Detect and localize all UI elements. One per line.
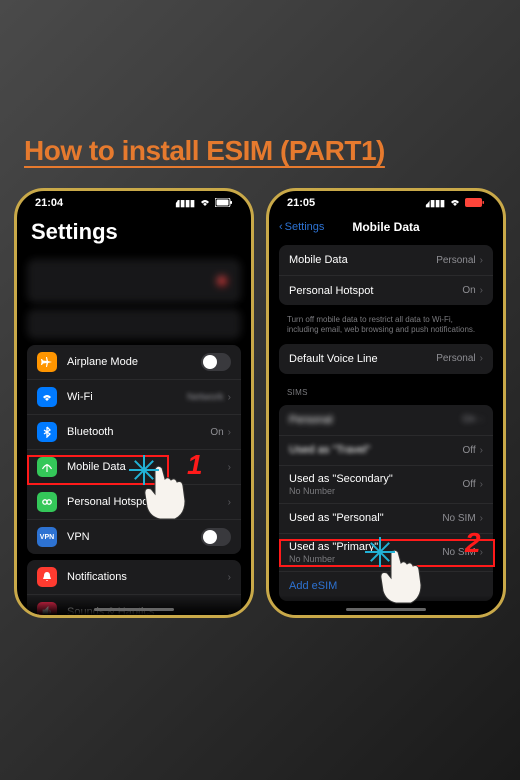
default-voice-row[interactable]: Default Voice Line Personal ›	[279, 344, 493, 374]
connectivity-group: Airplane Mode Wi-Fi Network › Bluetooth	[27, 345, 241, 554]
bluetooth-value: On	[210, 427, 223, 438]
airplane-toggle[interactable]	[201, 353, 231, 371]
chevron-left-icon: ‹	[279, 221, 283, 233]
nav-header: ‹ Settings Mobile Data	[269, 217, 503, 239]
chevron-icon: ›	[480, 353, 483, 364]
sim4-label: Used as "Personal"	[289, 512, 442, 524]
step1-number: 1	[187, 449, 203, 481]
chevron-icon: ›	[228, 572, 231, 583]
mobile-data-label: Mobile Data	[289, 254, 436, 266]
suggestions-group[interactable]	[27, 309, 241, 339]
page-title: How to install ESIM (PART1)	[24, 135, 496, 167]
sim3-sub: No Number	[289, 486, 463, 496]
chevron-icon: ›	[480, 445, 483, 456]
wifi-icon	[199, 198, 211, 209]
antenna-icon	[37, 457, 57, 477]
sim2-value: Off	[463, 445, 476, 456]
chevron-icon: ›	[228, 607, 231, 616]
notifications-row[interactable]: Notifications ›	[27, 560, 241, 594]
chevron-icon: ›	[228, 427, 231, 438]
sounds-icon	[37, 602, 57, 615]
phones-container: 21:04 ▮▮▮▮ Settings	[10, 188, 510, 618]
status-time: 21:05	[287, 197, 315, 209]
notch	[341, 191, 431, 207]
default-voice-label: Default Voice Line	[289, 353, 436, 365]
home-indicator[interactable]	[94, 608, 174, 611]
vpn-row[interactable]: VPN VPN	[27, 519, 241, 554]
chevron-icon: ›	[228, 462, 231, 473]
sounds-row[interactable]: Sounds & Haptics ›	[27, 594, 241, 615]
status-icons: ▮▮▮▮	[175, 198, 233, 209]
sim1-label: Personal	[289, 414, 462, 426]
chevron-icon: ›	[480, 513, 483, 524]
chevron-icon: ›	[480, 479, 483, 490]
voice-group: Default Voice Line Personal ›	[279, 344, 493, 374]
default-voice-value: Personal	[436, 353, 475, 364]
hotspot-icon	[37, 492, 57, 512]
notifications-label: Notifications	[67, 571, 228, 583]
hotspot-value: On	[462, 285, 475, 296]
back-button[interactable]: ‹ Settings	[279, 221, 324, 233]
screen-left: Settings Airplane Mode	[17, 217, 251, 615]
step2-number: 2	[465, 527, 481, 559]
sim2-label: Used as "Travel"	[289, 444, 463, 456]
notch	[89, 191, 179, 207]
status-icons: ▮▮▮▮	[425, 198, 485, 209]
status-time: 21:04	[35, 197, 63, 209]
chevron-icon: ›	[480, 255, 483, 266]
vpn-label: VPN	[67, 531, 201, 543]
airplane-icon	[37, 352, 57, 372]
back-label: Settings	[285, 221, 325, 233]
sim1-row[interactable]: Personal On ›	[279, 405, 493, 435]
wifi-label: Wi-Fi	[67, 391, 187, 403]
notification-dot-icon	[217, 276, 227, 286]
sim4-row[interactable]: Used as "Personal" No SIM ›	[279, 503, 493, 533]
sim3-label: Used as "Secondary"	[289, 473, 463, 485]
sim3-row[interactable]: Used as "Secondary" No Number Off ›	[279, 465, 493, 503]
mobile-data-row[interactable]: Mobile Data Personal ›	[279, 245, 493, 275]
bluetooth-icon	[37, 422, 57, 442]
hotspot-row[interactable]: Personal Hotspot On ›	[279, 275, 493, 305]
mobile-data-value: Personal	[436, 255, 475, 266]
vpn-icon: VPN	[37, 527, 57, 547]
mobile-data-group: Mobile Data Personal › Personal Hotspot …	[279, 245, 493, 305]
hotspot-row[interactable]: Personal Hotspot ›	[27, 484, 241, 519]
screen-title: Mobile Data	[352, 220, 419, 234]
chevron-icon: ›	[228, 392, 231, 403]
phone-left: 21:04 ▮▮▮▮ Settings	[14, 188, 254, 618]
profile-group[interactable]	[27, 259, 241, 303]
sim4-value: No SIM	[442, 513, 475, 524]
battery-icon	[215, 198, 233, 209]
battery-icon	[465, 198, 485, 209]
data-caption: Turn off mobile data to restrict all dat…	[269, 311, 503, 338]
wifi-value: Network	[187, 392, 224, 403]
bluetooth-label: Bluetooth	[67, 426, 210, 438]
wifi-icon	[449, 198, 461, 209]
airplane-label: Airplane Mode	[67, 356, 201, 368]
chevron-icon: ›	[228, 497, 231, 508]
notifications-group: Notifications › Sounds & Haptics › Focus…	[27, 560, 241, 615]
sims-label: SIMs	[269, 380, 503, 399]
chevron-icon: ›	[480, 414, 483, 425]
sim1-value: On	[462, 414, 475, 425]
tap-burst-icon	[129, 455, 159, 485]
tap-burst-icon	[365, 537, 395, 567]
settings-title: Settings	[17, 217, 251, 253]
vpn-toggle[interactable]	[201, 528, 231, 546]
sim3-value: Off	[463, 479, 476, 490]
airplane-mode-row[interactable]: Airplane Mode	[27, 345, 241, 379]
phone-right: 21:05 ▮▮▮▮ ‹ Settings Mobile Data	[266, 188, 506, 618]
sim2-row[interactable]: Used as "Travel" Off ›	[279, 435, 493, 465]
wifi-row[interactable]: Wi-Fi Network ›	[27, 379, 241, 414]
bluetooth-row[interactable]: Bluetooth On ›	[27, 414, 241, 449]
chevron-icon: ›	[480, 285, 483, 296]
notifications-icon	[37, 567, 57, 587]
hotspot-label: Personal Hotspot	[289, 285, 462, 297]
wifi-icon	[37, 387, 57, 407]
